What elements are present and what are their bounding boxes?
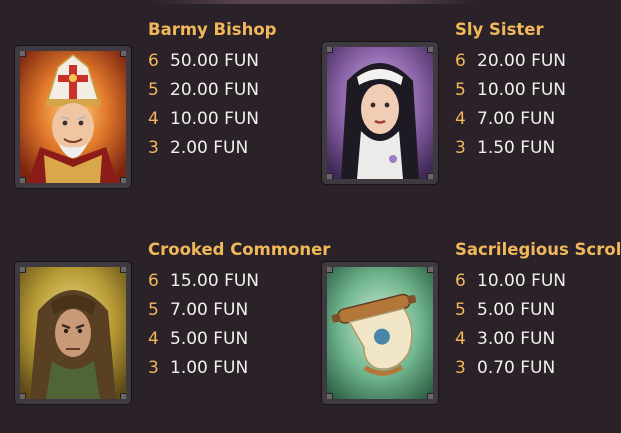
paytable-entry-sister: Sly Sister 6 20.00 FUN 5 10.00 FUN 4 7.00 F…: [322, 20, 621, 200]
pay-row: 3 1.00 FUN: [148, 357, 259, 386]
pay-value: 20.00 FUN: [477, 51, 567, 71]
pay-value: 2.00 FUN: [170, 138, 249, 158]
pay-row: 6 50.00 FUN: [148, 50, 259, 79]
pay-value: 15.00 FUN: [170, 271, 260, 291]
scroll-icon: [327, 267, 433, 399]
pay-value: 3.00 FUN: [477, 329, 556, 349]
pay-row: 5 5.00 FUN: [455, 299, 566, 328]
pay-list: 6 15.00 FUN 5 7.00 FUN 4 5.00 FUN 3 1.00 FUN: [148, 270, 259, 386]
pay-value: 20.00 FUN: [170, 80, 260, 100]
pay-count: 6: [455, 51, 466, 71]
symbol-frame: [322, 262, 438, 404]
pay-row: 5 7.00 FUN: [148, 299, 259, 328]
pay-value: 0.70 FUN: [477, 358, 556, 378]
pay-value: 1.50 FUN: [477, 138, 556, 158]
paytable-entry-bishop: Barmy Bishop 6 50.00 FUN 5 20.00 FUN 4 10.0…: [15, 20, 315, 200]
paytable-entry-scroll: Sacrilegious Scroll 6 10.00 FUN 5 5.00 FUN…: [322, 240, 621, 420]
pay-value: 5.00 FUN: [477, 300, 556, 320]
pay-list: 6 20.00 FUN 5 10.00 FUN 4 7.00 FUN 3 1.50 FU…: [455, 50, 566, 166]
pay-value: 50.00 FUN: [170, 51, 260, 71]
pay-count: 4: [148, 329, 159, 349]
pay-value: 10.00 FUN: [170, 109, 260, 129]
pay-count: 3: [455, 138, 466, 158]
pay-count: 4: [455, 109, 466, 129]
pay-row: 3 0.70 FUN: [455, 357, 566, 386]
symbol-frame: [15, 46, 131, 188]
pay-value: 7.00 FUN: [477, 109, 556, 129]
hooded-man-portrait-icon: [20, 267, 126, 399]
pay-value: 1.00 FUN: [170, 358, 249, 378]
pay-row: 4 3.00 FUN: [455, 328, 566, 357]
pay-list: 6 50.00 FUN 5 20.00 FUN 4 10.00 FUN 3 2.00 F…: [148, 50, 259, 166]
pay-count: 6: [455, 271, 466, 291]
pay-row: 5 10.00 FUN: [455, 79, 566, 108]
pay-row: 4 7.00 FUN: [455, 108, 566, 137]
pay-row: 3 1.50 FUN: [455, 137, 566, 166]
pay-row: 4 10.00 FUN: [148, 108, 259, 137]
symbol-name: Barmy Bishop: [148, 20, 277, 39]
pay-count: 5: [455, 80, 466, 100]
bishop-portrait-icon: [20, 51, 126, 183]
pay-count: 5: [148, 300, 159, 320]
symbol-name: Sacrilegious Scroll: [455, 240, 621, 259]
pay-list: 6 10.00 FUN 5 5.00 FUN 4 3.00 FUN 3 0.70 FUN: [455, 270, 566, 386]
symbol-name: Crooked Commoner: [148, 240, 331, 259]
pay-count: 3: [148, 138, 159, 158]
symbol-frame: [322, 42, 438, 184]
pay-value: 7.00 FUN: [170, 300, 249, 320]
pay-count: 6: [148, 51, 159, 71]
paytable-entry-commoner: Crooked Commoner 6 15.00 FUN 5 7.00 FUN 45…: [15, 240, 330, 420]
pay-value: 10.00 FUN: [477, 80, 567, 100]
pay-count: 5: [148, 80, 159, 100]
pay-count: 5: [455, 300, 466, 320]
pay-count: 6: [148, 271, 159, 291]
symbol-name: Sly Sister: [455, 20, 544, 39]
pay-row: 6 15.00 FUN: [148, 270, 259, 299]
pay-row: 5 20.00 FUN: [148, 79, 259, 108]
pay-row: 3 2.00 FUN: [148, 137, 259, 166]
pay-count: 3: [455, 358, 466, 378]
pay-row: 6 10.00 FUN: [455, 270, 566, 299]
pay-count: 4: [148, 109, 159, 129]
pay-count: 4: [455, 329, 466, 349]
pay-value: 5.00 FUN: [170, 329, 249, 349]
top-divider: [150, 0, 480, 4]
nun-portrait-icon: [327, 47, 433, 179]
pay-count: 3: [148, 358, 159, 378]
pay-value: 10.00 FUN: [477, 271, 567, 291]
pay-row: 4 5.00 FUN: [148, 328, 259, 357]
pay-row: 6 20.00 FUN: [455, 50, 566, 79]
symbol-frame: [15, 262, 131, 404]
